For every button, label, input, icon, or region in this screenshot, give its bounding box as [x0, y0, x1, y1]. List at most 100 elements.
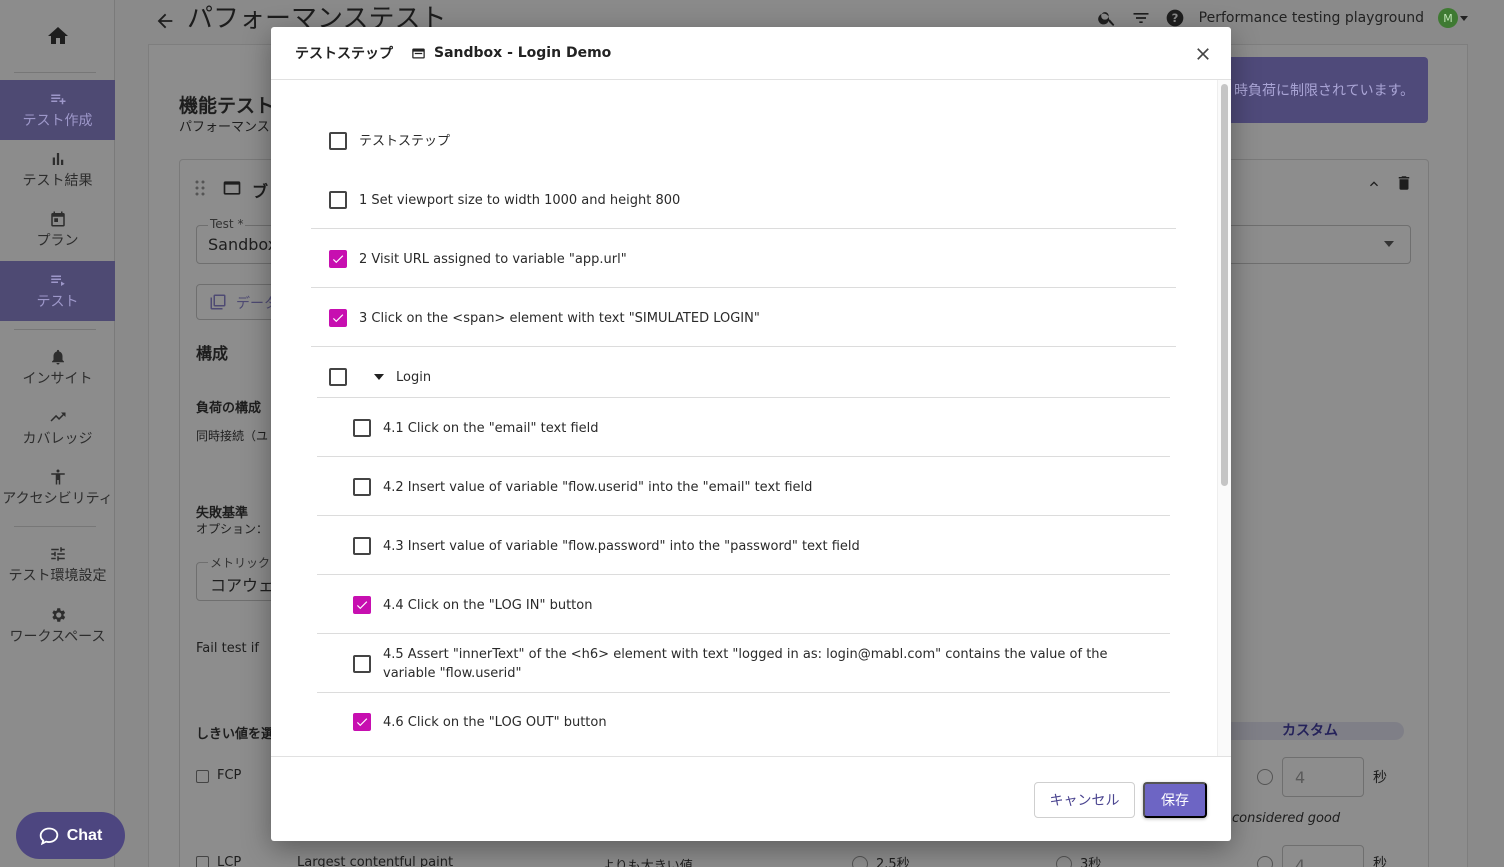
radio-custom-fcp[interactable] [1257, 769, 1273, 785]
step-checkbox-checked[interactable] [329, 309, 347, 327]
step-checkbox[interactable] [353, 537, 371, 555]
home-icon [47, 27, 68, 44]
metric-label: メトリック [208, 554, 273, 571]
caret-down-icon[interactable] [374, 374, 384, 380]
sidebar-item-insights[interactable]: インサイト [0, 338, 115, 398]
step-item-select-all[interactable]: テストステップ [329, 131, 1169, 151]
close-icon[interactable] [1193, 44, 1213, 64]
checkmark-icon [356, 718, 368, 727]
table-chart-icon [210, 294, 226, 310]
divider [317, 397, 1170, 398]
radio-threshold-1[interactable] [852, 856, 868, 867]
threshold-2-label: 3秒 [1080, 857, 1102, 867]
dialog-test-name: Sandbox - Login Demo [411, 45, 611, 61]
sidebar-item-create-test[interactable]: テスト作成 [0, 80, 115, 140]
drag-handle-icon[interactable] [195, 180, 205, 196]
step-checkbox[interactable] [329, 132, 347, 150]
step-item[interactable]: 4.2 Insert value of variable "flow.useri… [353, 477, 1153, 497]
list-icon [50, 275, 65, 286]
trash-icon[interactable] [1395, 174, 1413, 192]
sidebar-item-label: インサイト [22, 371, 93, 387]
sidebar-item-coverage[interactable]: カバレッジ [0, 398, 115, 458]
chat-button[interactable]: Chat [16, 812, 125, 859]
step-label: 2 Visit URL assigned to variable "app.ur… [359, 251, 627, 267]
search-icon[interactable] [1097, 8, 1117, 28]
account-menu[interactable]: M [1438, 8, 1468, 28]
avatar: M [1438, 8, 1458, 28]
divider [311, 228, 1176, 229]
cancel-button[interactable]: キャンセル [1034, 782, 1135, 818]
sidebar-item-workspace[interactable]: ワークスペース [0, 596, 115, 656]
lcp-description: Largest contentful paint [297, 855, 454, 867]
step-label: 4.6 Click on the "LOG OUT" button [383, 714, 607, 730]
filter-icon[interactable] [1131, 8, 1151, 28]
test-field-label: Test * [208, 217, 246, 231]
trending-up-icon [50, 412, 65, 422]
step-checkbox[interactable] [353, 655, 371, 673]
divider [311, 287, 1176, 288]
sidebar-item-test-results[interactable]: テスト結果 [0, 140, 115, 200]
step-item[interactable]: 4.1 Click on the "email" text field [353, 418, 1153, 438]
step-label: テストステップ [359, 133, 451, 149]
step-checkbox-checked[interactable] [353, 713, 371, 731]
save-button[interactable]: 保存 [1143, 782, 1207, 818]
step-checkbox[interactable] [329, 191, 347, 209]
top-right-toolbar: ? Performance testing playground M [1097, 8, 1468, 28]
dialog-header: テストステップ Sandbox - Login Demo [271, 27, 1231, 80]
home-button[interactable] [0, 0, 115, 72]
fail-heading: 失敗基準 [196, 506, 249, 521]
custom-lcp-input[interactable]: 4 [1282, 845, 1364, 867]
help-icon[interactable]: ? [1165, 8, 1185, 28]
step-item[interactable]: 4.6 Click on the "LOG OUT" button [353, 712, 1153, 732]
radio-threshold-2[interactable] [1056, 856, 1072, 867]
step-group-label: Login [396, 369, 432, 385]
dropdown-arrow-icon [1384, 241, 1394, 247]
step-item[interactable]: 4.4 Click on the "LOG IN" button [353, 595, 1153, 615]
dialog-footer: キャンセル 保存 [271, 756, 1231, 841]
bell-icon [51, 349, 64, 365]
sidebar-item-label: テスト作成 [22, 113, 93, 129]
sidebar-item-plans[interactable]: プラン [0, 200, 115, 260]
playlist-add-icon [50, 94, 65, 105]
fcp-label: FCP [217, 768, 242, 783]
step-checkbox[interactable] [353, 478, 371, 496]
accessibility-icon [50, 469, 65, 485]
sidebar-item-environment-settings[interactable]: テスト環境設定 [0, 535, 115, 595]
lcp-label: LCP [217, 855, 242, 867]
step-label: 4.1 Click on the "email" text field [383, 420, 599, 436]
step-checkbox-checked[interactable] [353, 596, 371, 614]
fail-if-label: Fail test if [196, 641, 259, 656]
radio-custom-lcp[interactable] [1257, 856, 1273, 867]
step-label: 4.2 Insert value of variable "flow.useri… [383, 479, 813, 495]
checkmark-icon [356, 601, 368, 610]
workspace-name[interactable]: Performance testing playground [1199, 10, 1424, 26]
step-item[interactable]: 4.3 Insert value of variable "flow.passw… [353, 536, 1153, 556]
test-steps-dialog: テストステップ Sandbox - Login Demo テストステップ 1 S… [271, 27, 1231, 841]
considered-good-text: considered good [1232, 811, 1341, 826]
steps-list[interactable]: テストステップ 1 Set viewport size to width 100… [271, 80, 1217, 756]
sidebar-item-label: テスト環境設定 [8, 568, 107, 584]
lcp-checkbox[interactable] [196, 856, 209, 867]
step-item[interactable]: 3 Click on the <span> element with text … [329, 308, 1169, 328]
seconds-unit: 秒 [1373, 770, 1387, 786]
gear-icon [51, 608, 65, 622]
step-checkbox-checked[interactable] [329, 250, 347, 268]
step-item[interactable]: 4.5 Assert "innerText" of the <h6> eleme… [353, 644, 1123, 684]
scrollbar-thumb[interactable] [1221, 84, 1228, 486]
sidebar-item-accessibility[interactable]: アクセシビリティ [0, 458, 115, 518]
sidebar-item-label: テスト [36, 294, 79, 310]
step-group-login[interactable]: Login [329, 367, 1169, 387]
step-checkbox[interactable] [329, 368, 347, 386]
chevron-up-icon[interactable] [1366, 176, 1382, 192]
fcp-checkbox[interactable] [196, 770, 209, 783]
step-checkbox[interactable] [353, 419, 371, 437]
step-item[interactable]: 2 Visit URL assigned to variable "app.ur… [329, 249, 1169, 269]
step-item[interactable]: 1 Set viewport size to width 1000 and he… [329, 190, 1169, 210]
divider [317, 515, 1170, 516]
greater-than-label: よりも大きい値 [602, 859, 693, 867]
custom-fcp-input[interactable]: 4 [1282, 757, 1364, 797]
back-arrow-icon[interactable] [154, 10, 176, 32]
step-label: 3 Click on the <span> element with text … [359, 310, 760, 326]
sidebar-item-tests[interactable]: テスト [0, 261, 115, 321]
scrollbar[interactable] [1217, 80, 1231, 756]
